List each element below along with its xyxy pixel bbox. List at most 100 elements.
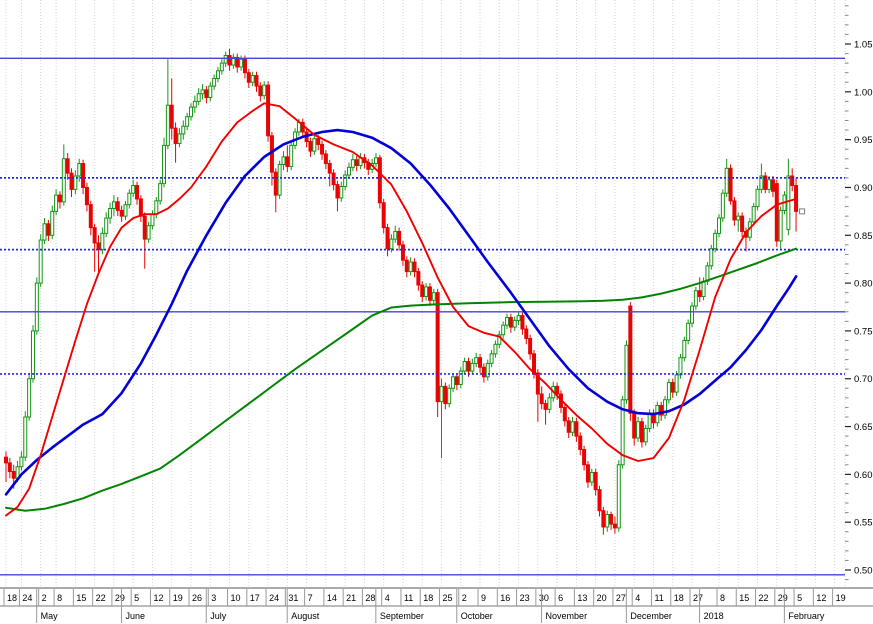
candle-up (447, 387, 452, 405)
candle-up (123, 204, 128, 217)
candle-down (331, 172, 336, 186)
candle-down (316, 138, 321, 145)
candle-up (451, 376, 456, 389)
candle-up (736, 215, 741, 221)
candle-up (724, 167, 729, 194)
date-tick-label: 24 (269, 593, 279, 603)
candle-down (400, 244, 405, 261)
date-tick-label: 29 (115, 593, 125, 603)
candle-down (597, 489, 602, 512)
candle-down (354, 159, 359, 166)
date-tick-label: 20 (597, 593, 607, 603)
candle-up (589, 471, 594, 483)
candle-down (582, 448, 587, 466)
date-tick-label: 30 (539, 593, 549, 603)
candle-up (188, 106, 193, 118)
candle-down (435, 292, 440, 403)
candle-down (323, 153, 328, 165)
date-tick-label: 7 (308, 593, 313, 603)
candle-down (246, 72, 251, 83)
y-axis-label: 0.75 (854, 326, 873, 337)
chart-canvas[interactable]: 1.05 1.00 0.95 0.90 0.85 0.80 0.75 0.70 0.65 0.60… (0, 0, 873, 624)
date-tick-label: 8 (720, 593, 725, 603)
candle-down (135, 185, 140, 200)
candle-down (609, 514, 614, 525)
candle-up (485, 362, 490, 378)
month-label: 2018 (704, 611, 724, 621)
candle-down (254, 75, 259, 87)
candle-up (713, 232, 718, 250)
candle-up (158, 183, 163, 202)
candle-up (108, 207, 113, 219)
candle-down (420, 284, 425, 297)
candle-up (709, 248, 714, 267)
date-tick-label: 11 (654, 593, 663, 603)
candle-down (416, 271, 421, 286)
candle-up (755, 188, 760, 208)
date-tick-label: 15 (76, 593, 86, 603)
candle-down (119, 209, 124, 217)
candle-down (11, 470, 16, 479)
candle-down (454, 376, 459, 385)
candle-up (54, 194, 59, 212)
candle-up (219, 62, 224, 72)
candle-up (100, 232, 105, 251)
date-tick-label: 19 (836, 593, 846, 603)
date-tick-label: 9 (481, 593, 486, 603)
candle-down (4, 456, 8, 464)
last-close-marker (799, 208, 806, 215)
candle-down (204, 89, 209, 99)
candle-up (678, 357, 683, 376)
candle-up (751, 206, 756, 223)
candle-up (489, 353, 494, 364)
candle-down (320, 143, 325, 155)
candle-up (277, 164, 282, 196)
candle-up (505, 317, 510, 326)
candle-up (77, 163, 82, 177)
candle-up (165, 104, 170, 146)
candle-down (88, 204, 93, 229)
candle-up (196, 93, 201, 102)
candle-up (643, 427, 648, 443)
candle-down (173, 127, 178, 144)
candle-up (701, 280, 706, 297)
candle-up (474, 357, 479, 364)
date-tick-label: 18 (423, 593, 433, 603)
candle-up (686, 322, 691, 341)
y-axis-label: 0.50 (854, 566, 873, 577)
x-axis: 18 24 2 8 15 22 29 5 12 19 26 3 10 17 24 31 7 14 21 28 4 11 18… (0, 587, 873, 624)
candle-up (682, 339, 687, 359)
candle-down (69, 172, 74, 190)
date-tick-label: 23 (520, 593, 530, 603)
candle-down (697, 290, 702, 297)
candle-down (732, 200, 737, 221)
candle-up (181, 125, 186, 135)
candle-up (462, 361, 467, 372)
candle-up (34, 282, 39, 332)
candle-down (443, 385, 448, 405)
candle-up (185, 116, 190, 127)
candle-down (612, 523, 617, 529)
candle-down (466, 361, 471, 372)
candle-up (512, 319, 517, 328)
date-tick-label: 21 (346, 593, 356, 603)
candle-down (377, 157, 382, 204)
candle-down (539, 393, 544, 405)
candle-down (138, 198, 143, 217)
candle-down (770, 179, 775, 192)
candle-down (46, 223, 51, 236)
candle-up (431, 292, 436, 301)
candle-down (601, 510, 606, 528)
month-label: November (546, 611, 588, 621)
date-tick-label: 29 (778, 593, 788, 603)
candle-down (115, 201, 120, 211)
month-label: February (788, 611, 825, 621)
date-tick-label: 10 (231, 593, 241, 603)
date-tick-label: 26 (192, 593, 202, 603)
date-tick-label: 8 (57, 593, 62, 603)
candle-down (258, 85, 263, 97)
candle-up (605, 514, 610, 528)
candle-up (200, 89, 205, 95)
date-tick-label: 4 (635, 593, 640, 603)
candle-down (96, 242, 101, 251)
